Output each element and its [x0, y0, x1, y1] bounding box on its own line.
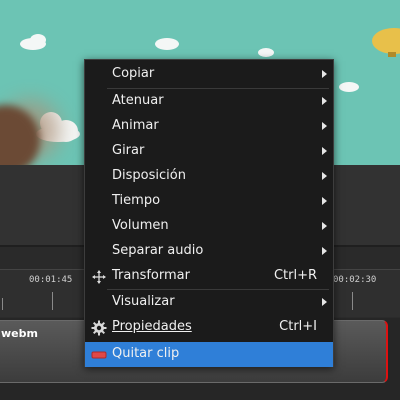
- menu-item-label: Transformar: [112, 268, 190, 283]
- cloud-graphic: [339, 82, 359, 92]
- menu-item-disposicion[interactable]: Disposición: [85, 164, 333, 189]
- menu-item-girar[interactable]: Girar: [85, 139, 333, 164]
- zeppelin-cabin: [388, 52, 396, 57]
- menu-item-volumen[interactable]: Volumen: [85, 214, 333, 239]
- menu-item-label: Tiempo: [112, 193, 161, 208]
- menu-item-label: Quitar clip: [112, 346, 180, 361]
- menu-item-visualizar[interactable]: Visualizar: [85, 290, 333, 315]
- submenu-arrow-icon: [322, 122, 327, 130]
- submenu-arrow-icon: [322, 222, 327, 230]
- move-arrows-icon: [91, 269, 107, 285]
- cloud-graphic: [258, 48, 274, 57]
- menu-item-label: Atenuar: [112, 93, 164, 108]
- menu-shortcut: Ctrl+I: [279, 319, 317, 334]
- zeppelin-graphic: [372, 28, 400, 54]
- menu-item-label: Copiar: [112, 66, 155, 81]
- remove-icon: [91, 347, 107, 363]
- submenu-arrow-icon: [322, 197, 327, 205]
- ruler-tick: [52, 292, 53, 310]
- menu-item-atenuar[interactable]: Atenuar: [85, 89, 333, 114]
- ruler-time-label: 00:02:30: [333, 275, 377, 285]
- submenu-arrow-icon: [322, 70, 327, 78]
- cloud-graphic: [155, 38, 179, 50]
- menu-item-label: Propiedades: [112, 319, 192, 334]
- clip-context-menu: Copiar Atenuar Animar Girar Disposición …: [84, 59, 334, 367]
- submenu-arrow-icon: [322, 147, 327, 155]
- menu-item-copiar[interactable]: Copiar: [85, 62, 333, 87]
- submenu-arrow-icon: [322, 247, 327, 255]
- menu-item-animar[interactable]: Animar: [85, 114, 333, 139]
- menu-item-separar-audio[interactable]: Separar audio: [85, 239, 333, 264]
- ruler-time-label: 00:01:45: [29, 275, 73, 285]
- gear-icon: [91, 320, 107, 336]
- menu-item-transformar[interactable]: Transformar Ctrl+R: [85, 264, 333, 289]
- menu-item-label: Visualizar: [112, 294, 175, 309]
- menu-item-label: Animar: [112, 118, 159, 133]
- menu-shortcut: Ctrl+R: [273, 268, 317, 283]
- menu-item-propiedades[interactable]: Propiedades Ctrl+I: [85, 315, 333, 340]
- clip-name: webm: [1, 327, 38, 340]
- submenu-arrow-icon: [322, 97, 327, 105]
- submenu-arrow-icon: [322, 172, 327, 180]
- cloud-graphic: [30, 34, 46, 46]
- ruler-tick: [2, 298, 3, 310]
- submenu-arrow-icon: [322, 298, 327, 306]
- menu-item-label: Girar: [112, 143, 145, 158]
- menu-item-tiempo[interactable]: Tiempo: [85, 189, 333, 214]
- menu-item-label: Disposición: [112, 168, 186, 183]
- menu-item-quitar-clip[interactable]: Quitar clip: [85, 342, 333, 367]
- ruler-tick: [352, 292, 353, 310]
- menu-item-label: Separar audio: [112, 243, 204, 258]
- menu-item-label: Volumen: [112, 218, 169, 233]
